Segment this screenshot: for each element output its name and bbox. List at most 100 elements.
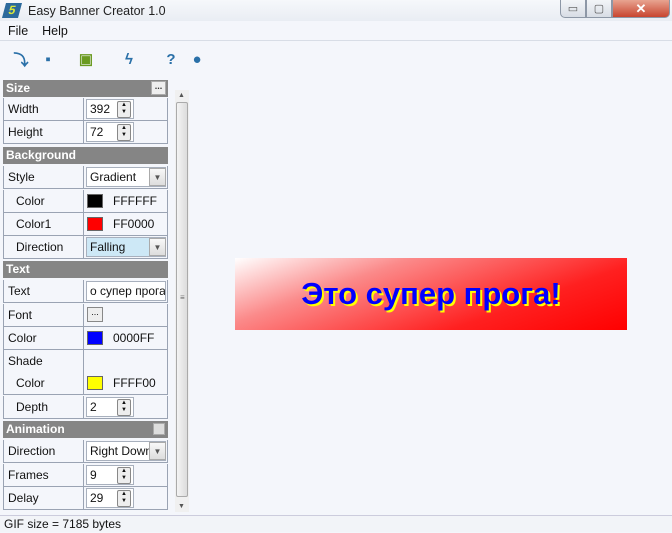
- animation-direction-value: Right Down: [90, 444, 153, 458]
- property-row-background-color: Color FFFFFF: [3, 190, 168, 213]
- background-style-value: Gradient: [90, 170, 137, 184]
- minimize-button[interactable]: ▭: [560, 0, 586, 18]
- help-button[interactable]: ?: [160, 48, 182, 70]
- font-picker-button[interactable]: ...: [87, 307, 103, 322]
- title-bar: 5 Easy Banner Creator 1.0 ▭ ▢ ✕: [0, 0, 672, 21]
- property-row-size-height: Height 72 ▲ ▼: [3, 121, 168, 144]
- text-color-swatch[interactable]: [87, 376, 103, 390]
- app-logo-icon: 5: [1, 3, 23, 18]
- new-button[interactable]: ▪: [37, 48, 59, 70]
- animation-delay-spinner[interactable]: ▲ ▼: [117, 490, 131, 507]
- status-bar: GIF size = 7185 bytes: [0, 515, 672, 532]
- chevron-down-icon[interactable]: ▼: [149, 238, 166, 256]
- chat-button[interactable]: ●: [186, 48, 208, 70]
- property-value: FFFFFF: [85, 191, 166, 211]
- window-title: Easy Banner Creator 1.0: [28, 4, 166, 18]
- section-title: Background: [6, 148, 77, 162]
- property-row-text-depth: Depth 2 ▲ ▼: [3, 396, 168, 419]
- size-width-spinner[interactable]: ▲ ▼: [117, 101, 131, 118]
- property-label: Color: [4, 372, 84, 394]
- menu-help[interactable]: Help: [42, 24, 68, 38]
- banner-text: Это супер прога!: [301, 276, 561, 311]
- text-color-swatch[interactable]: [87, 331, 103, 345]
- text-depth-value: 2: [90, 400, 97, 414]
- chevron-down-icon[interactable]: ▼: [149, 442, 166, 460]
- property-label: Style: [4, 166, 84, 188]
- property-row-background-direction: Direction Falling ▼: [3, 236, 168, 259]
- gif-size-status: GIF size = 7185 bytes: [4, 517, 122, 531]
- property-row-text-color: Color 0000FF: [3, 327, 168, 350]
- property-value: 29 ▲ ▼: [85, 488, 166, 508]
- property-value: 0000FF: [85, 328, 166, 348]
- property-row-background-color1: Color1 FF0000: [3, 213, 168, 236]
- background-direction-value: Falling: [90, 240, 126, 254]
- scrollbar-thumb[interactable]: ≡: [176, 102, 188, 497]
- property-row-text-font: Font...: [3, 304, 168, 327]
- animation-frames-spinner[interactable]: ▲ ▼: [117, 467, 131, 484]
- size-height-spinner[interactable]: ▲ ▼: [117, 124, 131, 141]
- open-button[interactable]: ⤵: [10, 48, 32, 70]
- property-row-animation-delay: Delay 29 ▲ ▼: [3, 487, 168, 510]
- property-row-text-color: Color FFFF00: [3, 372, 168, 395]
- property-row-background-style: Style Gradient ▼: [3, 166, 168, 189]
- section-more-button[interactable]: ...: [151, 81, 166, 95]
- property-label: Color1: [4, 213, 84, 235]
- scroll-up-icon[interactable]: ▲: [178, 92, 185, 99]
- property-value: Right Down ▼: [85, 441, 166, 461]
- lightning-button[interactable]: ϟ: [118, 48, 140, 70]
- section-header-text: Text: [3, 261, 168, 278]
- property-value: о супер прога!: [85, 281, 166, 301]
- property-label: Text: [4, 280, 84, 302]
- background-color1-swatch[interactable]: [87, 217, 103, 231]
- property-value: FF0000: [85, 214, 166, 234]
- property-value: FFFF00: [85, 373, 166, 393]
- property-value: 9 ▲ ▼: [85, 465, 166, 485]
- background-color-swatch[interactable]: [87, 194, 103, 208]
- menu-bar: File Help: [0, 21, 672, 41]
- animation-frames-value: 9: [90, 468, 97, 482]
- section-header-background: Background: [3, 147, 168, 164]
- property-value: Gradient ▼: [85, 167, 166, 187]
- text-text-input[interactable]: о супер прога!: [86, 281, 166, 301]
- property-label: Color: [4, 327, 84, 349]
- close-button[interactable]: ✕: [612, 0, 670, 18]
- section-title: Animation: [6, 422, 65, 436]
- scroll-down-icon[interactable]: ▼: [178, 503, 185, 510]
- text-depth-spinner[interactable]: ▲ ▼: [117, 399, 131, 416]
- text-color-hex: FFFF00: [113, 376, 156, 390]
- background-color1-hex: FF0000: [113, 217, 155, 231]
- property-label: Shade: [4, 350, 84, 372]
- section-title: Text: [6, 262, 30, 276]
- text-text-value: о супер прога!: [90, 284, 166, 298]
- toolbar: ⤵ ▪ ▣ ϟ? ●: [0, 43, 672, 75]
- chevron-down-icon[interactable]: ▼: [149, 168, 166, 186]
- save-button[interactable]: ▣: [75, 48, 97, 70]
- section-header-animation: Animation: [3, 421, 168, 438]
- property-value: ...: [85, 305, 166, 325]
- property-label: Color: [4, 190, 84, 212]
- size-width-value: 392: [90, 102, 111, 116]
- property-label: Height: [4, 121, 84, 143]
- menu-file[interactable]: File: [8, 24, 28, 38]
- property-label: Font: [4, 304, 84, 326]
- property-row-animation-frames: Frames 9 ▲ ▼: [3, 464, 168, 487]
- property-value: Falling ▼: [85, 237, 166, 257]
- property-value: 392 ▲ ▼: [85, 99, 166, 119]
- property-label: Direction: [4, 236, 84, 258]
- property-row-animation-direction: Direction Right Down ▼: [3, 440, 168, 463]
- maximize-button[interactable]: ▢: [586, 0, 612, 18]
- property-value: [85, 351, 166, 371]
- property-row-text-shade: Shade: [3, 350, 168, 373]
- background-color-hex: FFFFFF: [113, 194, 157, 208]
- panel-scrollbar[interactable]: ▲ ≡ ▼: [175, 90, 189, 512]
- property-value: 2 ▲ ▼: [85, 397, 166, 417]
- property-label: Delay: [4, 487, 84, 509]
- property-value: 72 ▲ ▼: [85, 122, 166, 142]
- animation-delay-value: 29: [90, 491, 104, 505]
- grip-icon: ≡: [180, 293, 185, 302]
- property-label: Frames: [4, 464, 84, 486]
- section-title: Size: [6, 81, 31, 95]
- property-label: Width: [4, 98, 84, 120]
- property-row-text-text: Text о супер прога!: [3, 280, 168, 303]
- animation-enable-checkbox[interactable]: [153, 423, 165, 435]
